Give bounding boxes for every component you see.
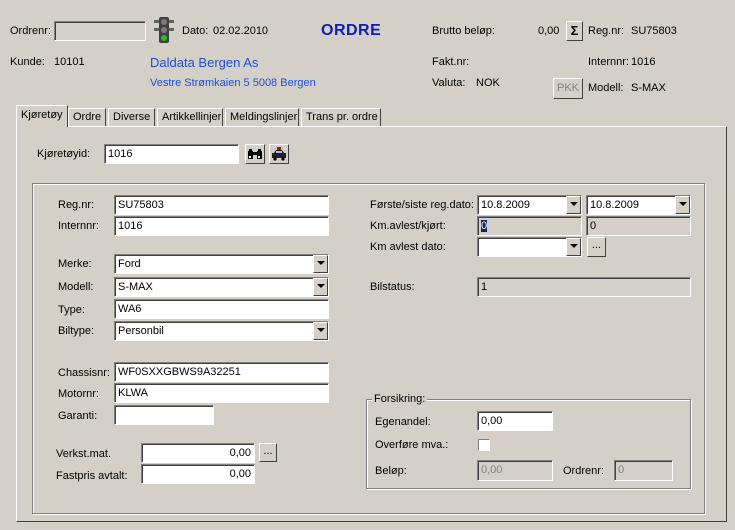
header-regnr-label: Reg.nr: (588, 25, 625, 37)
faktnr-label: Fakt.nr: (432, 56, 470, 68)
header-modell-label: Modell: (588, 82, 624, 94)
km-label: Km.avlest/kjørt: (370, 220, 446, 232)
tab-kjoretoy[interactable]: Kjøretøy (16, 105, 68, 127)
km-avlest-input[interactable]: 0 (477, 216, 582, 236)
type-label: Type: (58, 304, 85, 316)
sum-button[interactable]: Σ (566, 21, 583, 41)
modell-label: Modell: (58, 281, 94, 293)
motornr-label: Motornr: (58, 388, 99, 400)
regdato-first-value: 10.8.2009 (481, 199, 530, 211)
page-title: ORDRE (321, 22, 382, 39)
type-input[interactable]: WA6 (114, 299, 329, 319)
fastpris-label: Fastpris avtalt: (56, 470, 128, 482)
ordrenr-label: Ordrenr: (10, 25, 51, 37)
tab-diverse[interactable]: Diverse (108, 108, 155, 126)
chevron-down-icon[interactable] (566, 196, 581, 214)
regdato-first-select[interactable]: 10.8.2009 (477, 195, 582, 215)
verkst-input[interactable]: 0,00 (141, 443, 255, 463)
dato-value: 02.02.2010 (213, 25, 269, 37)
km-kjort-input[interactable]: 0 (586, 216, 691, 236)
header-modell-value: S-MAX (631, 82, 666, 94)
merke-select[interactable]: Ford (114, 254, 329, 274)
traffic-light-icon[interactable] (152, 16, 176, 44)
biltype-value: Personbil (118, 325, 164, 337)
tab-ordre[interactable]: Ordre (68, 108, 106, 126)
chevron-down-icon[interactable] (313, 322, 328, 340)
internnr-input[interactable]: 1016 (114, 216, 329, 236)
overfore-label: Overføre mva.: (375, 439, 449, 451)
kjoretoyid-label: Kjøretøyid: (37, 148, 91, 160)
regdato-last-select[interactable]: 10.8.2009 (586, 195, 691, 215)
chevron-down-icon[interactable] (566, 238, 581, 256)
overfore-checkbox[interactable] (478, 439, 490, 451)
chevron-down-icon[interactable] (675, 196, 690, 214)
modell-select[interactable]: S-MAX (114, 277, 329, 297)
tab-meldingslinjer[interactable]: Meldingslinjer (225, 108, 299, 126)
kunde-label: Kunde: (10, 56, 45, 68)
car-icon[interactable] (269, 144, 289, 164)
egenandel-input[interactable]: 0,00 (477, 411, 553, 431)
fastpris-input[interactable]: 0,00 (141, 464, 255, 484)
biltype-select[interactable]: Personbil (114, 321, 329, 341)
header-regnr-value: SU75803 (631, 25, 677, 37)
merke-label: Merke: (58, 258, 92, 270)
belop-input[interactable]: 0,00 (477, 460, 553, 481)
insurance-ordrenr-input[interactable]: 0 (614, 460, 673, 481)
bilstatus-label: Bilstatus: (370, 281, 415, 293)
chassisnr-label: Chassisnr: (58, 367, 110, 379)
km-dato-select[interactable] (477, 237, 582, 257)
insurance-legend: Forsikring: (372, 393, 428, 405)
bilstatus-field[interactable]: 1 (477, 277, 691, 297)
binoculars-icon[interactable] (245, 144, 265, 164)
garanti-label: Garanti: (58, 410, 98, 422)
regnr-label: Reg.nr: (58, 199, 95, 211)
valuta-value: NOK (476, 77, 500, 89)
regnr-input[interactable]: SU75803 (114, 195, 329, 215)
chassisnr-input[interactable]: WF0SXXGBWS9A32251 (114, 362, 329, 382)
egenandel-label: Egenandel: (375, 416, 431, 428)
regdato-label: Første/siste reg.dato: (370, 199, 474, 211)
verkst-ellipsis-button[interactable]: ... (259, 443, 277, 462)
header-internnr-value: 1016 (631, 56, 656, 68)
insurance-ordrenr-label: Ordrenr: (563, 465, 604, 477)
regdato-last-value: 10.8.2009 (590, 199, 639, 211)
kunde-value: 10101 (54, 56, 85, 68)
merke-value: Ford (118, 258, 141, 270)
km-dato-ellipsis-button[interactable]: ... (587, 237, 606, 257)
valuta-label: Valuta: (432, 77, 466, 89)
km-avlest-value: 0 (481, 220, 488, 232)
ordrenr-field[interactable] (54, 21, 146, 41)
dato-label: Dato: (182, 25, 209, 37)
tab-trans-pr-ordre[interactable]: Trans pr. ordre (301, 108, 381, 126)
km-dato-label: Km avlest dato: (370, 241, 446, 253)
chevron-down-icon[interactable] (313, 278, 328, 296)
brutto-value: 0,00 (538, 25, 560, 37)
internnr-label: Internnr: (58, 220, 99, 232)
modell-value: S-MAX (118, 281, 153, 293)
brutto-label: Brutto beløp: (432, 25, 495, 37)
pkk-button[interactable]: PKK (553, 78, 583, 99)
biltype-label: Biltype: (58, 325, 95, 337)
belop-label: Beløp: (375, 465, 407, 477)
tab-artikkellinjer[interactable]: Artikkellinjer (157, 108, 223, 126)
header-internnr-label: Internnr: (588, 56, 629, 68)
garanti-input[interactable] (114, 405, 214, 425)
customer-name[interactable]: Daldata Bergen As (150, 55, 258, 70)
customer-address: Vestre Strømkaien 5 5008 Bergen (150, 77, 316, 89)
kjoretoyid-input[interactable]: 1016 (104, 144, 239, 164)
verkst-label: Verkst.mat. (56, 448, 112, 460)
motornr-input[interactable]: KLWA (114, 383, 329, 403)
chevron-down-icon[interactable] (313, 255, 328, 273)
